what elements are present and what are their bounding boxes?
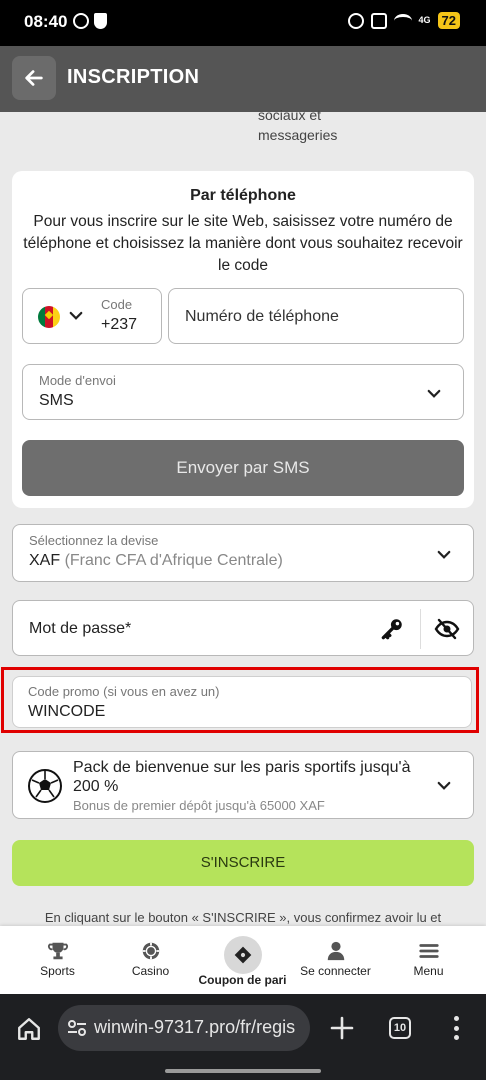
network-type: 4G	[418, 15, 431, 25]
chevron-down-icon	[427, 389, 441, 398]
status-bar: 08:40 4G 72	[0, 0, 486, 46]
new-tab-icon[interactable]	[330, 1016, 354, 1040]
nav-coupon-label: Coupon de pari	[198, 973, 287, 987]
send-mode-select[interactable]: Mode d'envoi SMS	[22, 364, 464, 420]
currency-name: (Franc CFA d'Afrique Centrale)	[64, 552, 283, 569]
registration-method-label: sociaux et messageries	[258, 105, 337, 145]
browser-toolbar: winwin-97317.pro/fr/regis 10	[0, 994, 486, 1080]
nav-coupon[interactable]: Coupon de pari	[194, 926, 291, 994]
nav-menu[interactable]: Menu	[380, 926, 477, 994]
status-right-icons: 4G 72	[347, 12, 460, 29]
nav-login-label: Se connecter	[300, 964, 371, 978]
currency-code: XAF	[29, 552, 61, 569]
cameroon-flag-icon	[38, 306, 60, 328]
country-code-value: +237	[101, 316, 138, 333]
send-sms-button[interactable]: Envoyer par SMS	[22, 440, 464, 496]
country-code-label: Code	[101, 297, 133, 312]
eye-off-icon[interactable]	[434, 617, 460, 641]
coupon-icon-circle	[223, 936, 262, 974]
phone-number-placeholder: Numéro de téléphone	[185, 308, 339, 325]
bonus-subtitle: Bonus de premier dépôt jusqu'à 65000 XAF	[73, 798, 325, 813]
divider	[420, 609, 421, 649]
alarm-icon	[347, 12, 364, 29]
page-title: INSCRIPTION	[67, 66, 200, 88]
phone-number-input[interactable]: Numéro de téléphone	[168, 288, 464, 344]
bonus-select[interactable]: Pack de bienvenue sur les paris sportifs…	[12, 751, 474, 819]
tab-switcher-button[interactable]: 10	[389, 1017, 411, 1039]
send-mode-value: SMS	[39, 392, 74, 409]
app-header: INSCRIPTION	[0, 46, 486, 112]
whatsapp-icon	[73, 13, 89, 29]
wifi-icon	[393, 13, 412, 28]
registration-method-label-line2: messageries	[258, 127, 338, 143]
chevron-down-icon	[69, 311, 83, 320]
gesture-bar	[165, 1069, 321, 1073]
ticket-icon	[234, 946, 251, 964]
battery-level: 72	[437, 12, 460, 29]
trophy-icon	[47, 942, 68, 960]
password-placeholder: Mot de passe*	[29, 620, 132, 637]
currency-value: XAF (Franc CFA d'Afrique Centrale)	[29, 552, 283, 570]
url-text: winwin-97317.pro/fr/regis	[94, 1017, 296, 1037]
nav-sports-label: Sports	[40, 964, 75, 978]
chevron-down-icon	[437, 781, 451, 790]
bottom-navigation: Sports Casino Coupon de pari Se connecte…	[0, 926, 486, 994]
status-left-icons	[73, 13, 107, 29]
country-code-select[interactable]: Code +237	[22, 288, 162, 344]
promo-code-label: Code promo (si vous en avez un)	[28, 684, 220, 699]
registration-method-label-line1: sociaux et	[258, 107, 322, 123]
promo-code-input[interactable]: Code promo (si vous en avez un) WINCODE	[12, 676, 472, 728]
register-button[interactable]: S'INSCRIRE	[12, 840, 474, 886]
soccer-ball-icon	[28, 769, 62, 803]
password-input[interactable]: Mot de passe*	[12, 600, 474, 656]
nav-menu-label: Menu	[413, 964, 444, 978]
more-options-icon[interactable]	[452, 1016, 460, 1040]
casino-chip-icon	[142, 942, 159, 960]
send-mode-label: Mode d'envoi	[39, 373, 116, 388]
vibrate-icon	[370, 12, 387, 29]
back-button[interactable]	[12, 56, 56, 100]
shield-icon	[94, 13, 107, 29]
nav-casino[interactable]: Casino	[102, 926, 199, 994]
user-icon	[327, 941, 344, 961]
home-icon[interactable]	[16, 1016, 42, 1042]
back-arrow-icon	[25, 70, 43, 86]
key-icon[interactable]	[379, 616, 405, 642]
site-settings-icon[interactable]	[66, 1018, 88, 1038]
status-time: 08:40	[24, 12, 68, 31]
phone-card-title: Par téléphone	[190, 187, 296, 204]
chevron-down-icon	[437, 550, 451, 559]
nav-login[interactable]: Se connecter	[287, 926, 384, 994]
currency-select[interactable]: Sélectionnez la devise XAF (Franc CFA d'…	[12, 524, 474, 582]
hamburger-menu-icon	[418, 944, 439, 958]
nav-sports[interactable]: Sports	[9, 926, 106, 994]
currency-label: Sélectionnez la devise	[29, 533, 159, 548]
nav-casino-label: Casino	[131, 964, 170, 978]
phone-card-description: Pour vous inscrire sur le site Web, sais…	[23, 213, 463, 274]
terms-text: En cliquant sur le bouton « S'INSCRIRE »…	[44, 910, 442, 925]
phone-registration-card: Par téléphone Pour vous inscrire sur le …	[12, 171, 474, 508]
address-bar[interactable]: winwin-97317.pro/fr/regis	[58, 1005, 310, 1051]
promo-code-value: WINCODE	[28, 703, 106, 720]
bonus-title: Pack de bienvenue sur les paris sportifs…	[73, 759, 411, 795]
